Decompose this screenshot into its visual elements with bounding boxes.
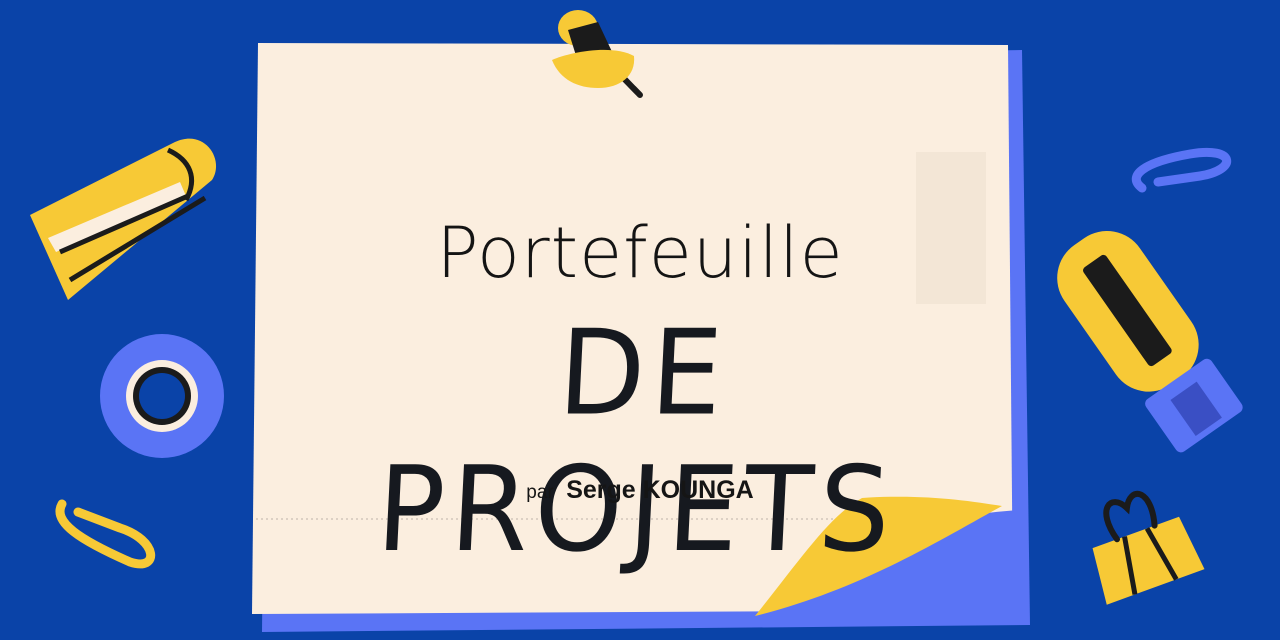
byline-prefix: par <box>526 482 554 503</box>
tape-roll-icon <box>100 334 224 458</box>
byline-author: Serge KOUNGA <box>566 476 754 504</box>
title-portefeuille: Portefeuille <box>436 212 844 294</box>
paper-clip-icon <box>55 499 156 569</box>
paper-clip-icon <box>1131 148 1232 193</box>
title-de-projets: DE PROJETS <box>373 305 900 579</box>
byline: par Serge KOUNGA <box>0 476 1280 505</box>
